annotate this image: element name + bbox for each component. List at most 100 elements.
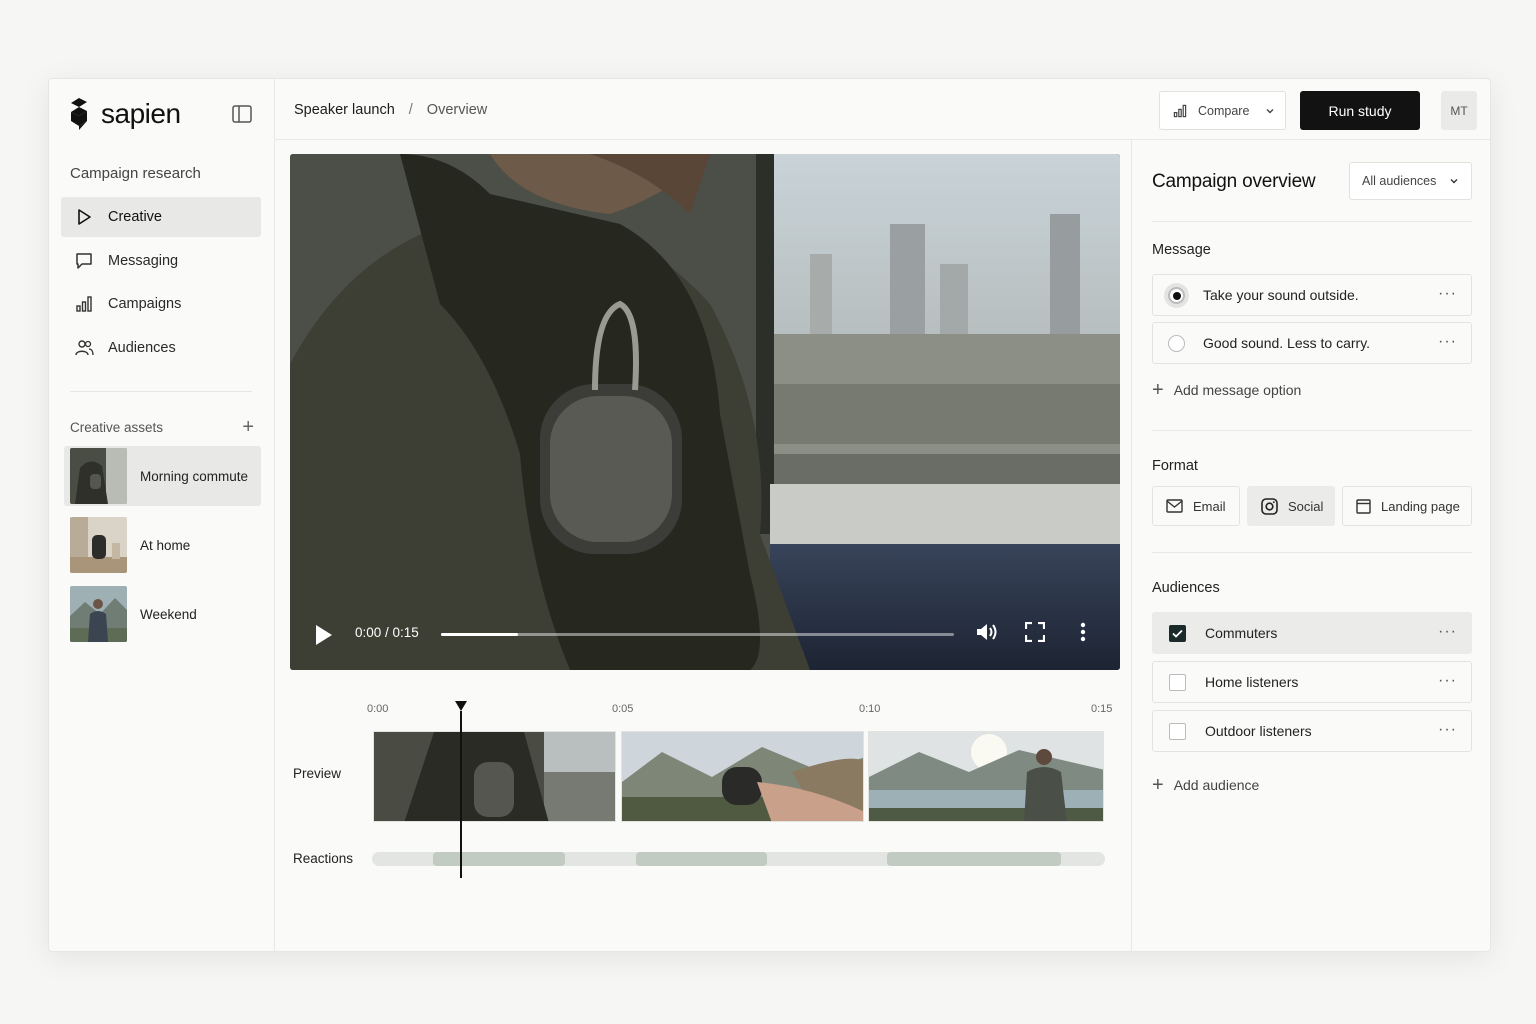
asset-thumbnail [70,586,127,642]
reactions-row-label: Reactions [293,851,354,866]
more-horizontal-icon[interactable]: ··· [1438,333,1457,351]
video-player[interactable]: 0:00 / 0:15 [290,154,1120,670]
add-audience-button[interactable]: + Add audience [1152,775,1259,795]
instagram-icon [1261,497,1278,515]
creative-assets-header: Creative assets + [70,417,254,437]
volume-icon[interactable] [975,621,999,643]
chat-bubble-icon [76,252,92,269]
radio-unselected[interactable] [1168,334,1185,352]
play-outline-icon [78,209,91,225]
add-asset-button[interactable]: + [242,417,254,437]
preview-row-label: Preview [293,766,342,781]
sidebar-item-label: Messaging [108,252,179,269]
message-option[interactable]: Good sound. Less to carry. ··· [1152,322,1472,364]
message-text: Take your sound outside. [1203,287,1359,303]
preview-clip-commute[interactable] [373,731,616,822]
run-study-button[interactable]: Run study [1300,91,1420,130]
audience-text: Outdoor listeners [1205,723,1312,739]
timeline-tick: 0:05 [612,703,634,715]
video-time: 0:00 / 0:15 [355,625,419,640]
asset-morning-commute[interactable]: Morning commute [64,446,261,506]
audience-option-commuters[interactable]: Commuters ··· [1152,612,1472,654]
mail-icon [1166,499,1183,513]
format-email-button[interactable]: Email [1152,486,1240,526]
format-landing-page-button[interactable]: Landing page [1342,486,1472,526]
video-frame-image [290,154,1120,670]
checkbox-unchecked[interactable] [1169,722,1186,740]
asset-label: Morning commute [140,468,249,484]
asset-thumbnail [70,517,127,573]
audiences-label: Audiences [1152,580,1220,596]
radio-selected[interactable] [1168,286,1185,304]
app-name: sapien [101,98,181,129]
format-label-text: Social [1288,498,1324,514]
compare-dropdown[interactable]: Compare [1159,91,1286,130]
panel-divider [1152,552,1472,553]
more-horizontal-icon[interactable]: ··· [1438,623,1457,641]
breadcrumb-separator: / [408,102,413,118]
audience-text: Home listeners [1205,674,1299,690]
users-icon [75,339,94,355]
add-message-label: Add message option [1173,382,1302,398]
panel-divider [1152,221,1472,222]
asset-weekend[interactable]: Weekend [64,584,261,644]
bar-chart-icon [1173,104,1187,117]
sidebar-toggle-button[interactable] [232,105,254,125]
more-horizontal-icon[interactable]: ··· [1438,721,1457,739]
preview-clip-lake[interactable] [868,731,1104,822]
breadcrumb-current: Overview [426,102,488,118]
add-message-button[interactable]: + Add message option [1152,380,1301,400]
sidebar-item-campaigns[interactable]: Campaigns [61,284,261,324]
reactions-track[interactable] [372,852,1105,866]
timeline-tick: 0:10 [859,703,881,715]
breadcrumb-project[interactable]: Speaker launch [294,102,395,118]
video-controls: 0:00 / 0:15 [290,600,1120,670]
sidebar-panel-icon [232,105,252,123]
campaign-overview-panel: Campaign overview All audiences Message … [1131,140,1490,951]
bar-chart-icon [76,296,92,312]
sidebar-item-label: Audiences [108,339,176,356]
format-social-button[interactable]: Social [1247,486,1335,526]
message-option[interactable]: Take your sound outside. ··· [1152,274,1472,316]
avatar[interactable]: MT [1441,91,1477,130]
sidebar-divider [70,391,252,392]
play-icon[interactable] [315,624,333,646]
sidebar-item-label: Campaigns [108,296,182,312]
more-vertical-icon[interactable] [1080,621,1086,643]
sapien-logo-icon [71,98,87,130]
asset-at-home[interactable]: At home [64,515,261,575]
audience-option-home-listeners[interactable]: Home listeners ··· [1152,661,1472,703]
compare-label: Compare [1198,103,1250,118]
section-title: Campaign research [70,165,201,182]
audience-option-outdoor-listeners[interactable]: Outdoor listeners ··· [1152,710,1472,752]
asset-label: Weekend [140,606,197,622]
message-label: Message [1152,242,1211,258]
more-horizontal-icon[interactable]: ··· [1438,672,1457,690]
playhead[interactable] [460,711,462,878]
sidebar-item-audiences[interactable]: Audiences [61,328,261,368]
timeline-tick: 0:15 [1091,703,1113,715]
plus-icon: + [1152,379,1164,401]
more-horizontal-icon[interactable]: ··· [1438,285,1457,303]
panel-divider [1152,430,1472,431]
checkbox-unchecked[interactable] [1169,673,1186,691]
asset-label: At home [140,537,191,553]
format-label-text: Landing page [1381,498,1460,514]
preview-clip-mountain[interactable] [621,731,864,822]
checkbox-checked[interactable] [1169,624,1186,642]
audience-select[interactable]: All audiences [1349,162,1472,200]
plus-icon: + [1152,774,1164,796]
reaction-segment[interactable] [636,852,767,866]
fullscreen-icon[interactable] [1025,622,1045,642]
reaction-segment[interactable] [887,852,1061,866]
sidebar-item-creative[interactable]: Creative [61,197,261,237]
message-text: Good sound. Less to carry. [1203,335,1371,351]
reaction-segment[interactable] [433,852,565,866]
video-progress-bar[interactable] [441,633,954,636]
panel-title: Campaign overview [1152,171,1316,192]
logo[interactable]: sapien [69,97,181,131]
audience-text: Commuters [1205,625,1278,641]
check-icon [1172,629,1183,638]
sidebar-nav: Creative Messaging Campaigns Audiences [61,197,261,371]
sidebar-item-messaging[interactable]: Messaging [61,241,261,281]
